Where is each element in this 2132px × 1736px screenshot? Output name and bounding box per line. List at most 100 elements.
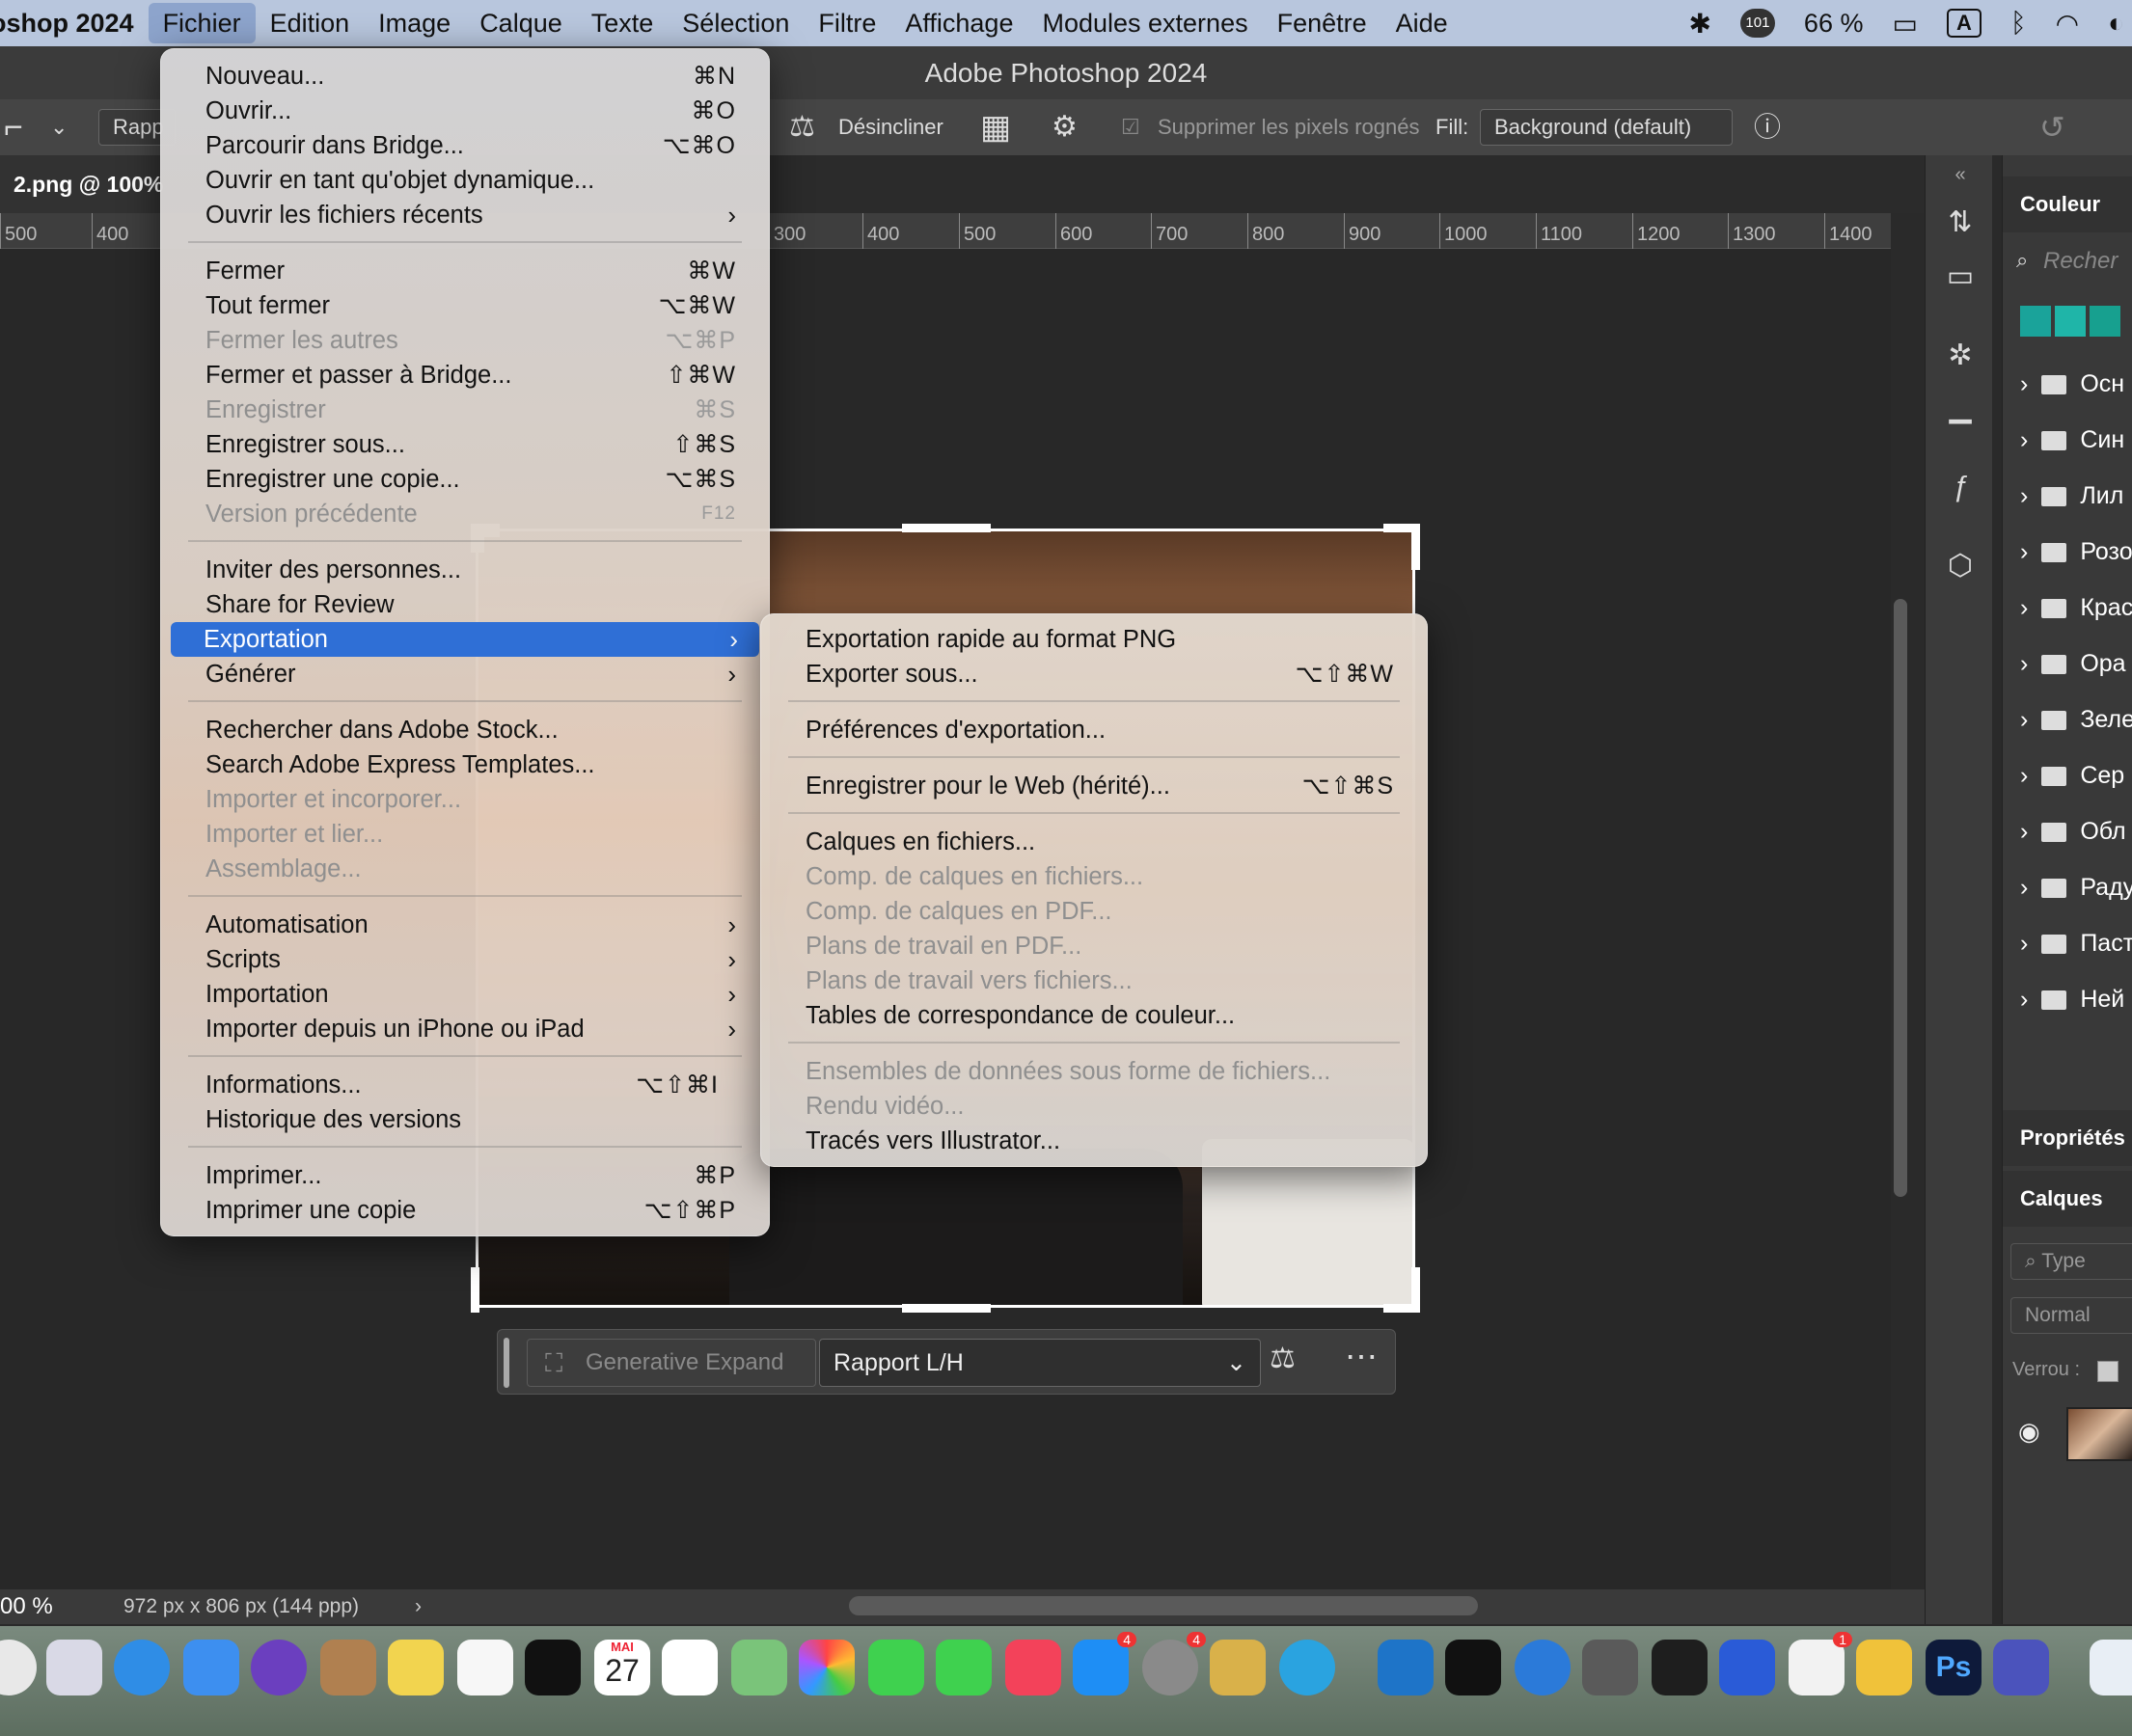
menu-item-fermer-bridge[interactable]: Fermer et passer à Bridge... ⇧⌘W	[173, 358, 757, 393]
gear-icon[interactable]: ⚙	[1052, 99, 1078, 155]
menu-item-express-templates[interactable]: Search Adobe Express Templates...	[173, 747, 757, 782]
swatch-folder[interactable]: › Син	[2020, 420, 2132, 459]
menu-item-fermer-autres[interactable]: Fermer les autres ⌥⌘P	[173, 323, 757, 358]
menu-modules[interactable]: Modules externes	[1027, 0, 1262, 46]
menu-item-bridge[interactable]: Parcourir dans Bridge... ⌥⌘O	[173, 128, 757, 163]
battery-icon[interactable]: ▭	[1892, 8, 1917, 40]
menu-item-enregistrer-copie[interactable]: Enregistrer une copie... ⌥⌘S	[173, 462, 757, 497]
reset-icon[interactable]: ↺	[2039, 99, 2065, 155]
menu-item-nouveau[interactable]: Nouveau... ⌘N	[173, 59, 757, 94]
archive-utility-icon[interactable]	[1210, 1640, 1266, 1695]
menu-item-assemblage[interactable]: Assemblage...	[173, 852, 757, 886]
telegram-icon[interactable]	[1279, 1640, 1335, 1695]
menu-selection[interactable]: Sélection	[668, 0, 804, 46]
menu-item-ensembles-donnees[interactable]: Ensembles de données sous forme de fichi…	[773, 1054, 1415, 1089]
menu-item-version-precedente[interactable]: Version précédente F12	[173, 497, 757, 531]
swatch[interactable]	[2055, 306, 2086, 337]
menu-item-scripts[interactable]: Scripts ›	[173, 942, 757, 977]
menu-calque[interactable]: Calque	[465, 0, 577, 46]
zoom-level[interactable]: 00 %	[0, 1589, 53, 1624]
crop-handle[interactable]	[902, 1304, 991, 1313]
menu-item-tables-couleur[interactable]: Tables de correspondance de couleur...	[773, 998, 1415, 1033]
menu-item-informations[interactable]: Informations... ⌥⇧⌘I	[173, 1068, 757, 1102]
finder-window-icon[interactable]	[2090, 1640, 2132, 1695]
menu-item-inviter[interactable]: Inviter des personnes...	[173, 553, 757, 587]
notes-icon[interactable]	[388, 1640, 444, 1695]
tab-proprietes[interactable]: Propriétés	[2003, 1110, 2132, 1166]
menu-item-imprimer[interactable]: Imprimer... ⌘P	[173, 1158, 757, 1193]
menu-item-exporter-sous[interactable]: Exporter sous... ⌥⇧⌘W	[773, 657, 1415, 692]
crop-handle[interactable]	[902, 524, 991, 532]
menu-image[interactable]: Image	[364, 0, 465, 46]
battery-percent[interactable]: 66 %	[1804, 9, 1864, 39]
menu-item-save-for-web[interactable]: Enregistrer pour le Web (hérité)... ⌥⇧⌘S	[773, 769, 1415, 803]
comment-icon[interactable]: ▭	[1941, 258, 1980, 296]
facetime-icon[interactable]	[936, 1640, 992, 1695]
generative-expand-button[interactable]: ⛶ Generative Expand	[527, 1339, 816, 1387]
menu-item-automatisation[interactable]: Automatisation ›	[173, 908, 757, 942]
menu-item-rendu-video[interactable]: Rendu vidéo...	[773, 1089, 1415, 1124]
histogram-icon[interactable]: ▁	[1941, 389, 1980, 427]
menu-item-plans-pdf[interactable]: Plans de travail en PDF...	[773, 929, 1415, 963]
swatch-folder[interactable]: › Ора	[2020, 644, 2132, 683]
siri-icon[interactable]	[251, 1640, 307, 1695]
grid-overlay-icon[interactable]: ▦	[980, 99, 1011, 155]
tab-calques[interactable]: Calques	[2003, 1171, 2132, 1227]
chevron-right-icon[interactable]: ›	[415, 1589, 422, 1624]
menu-item-share-review[interactable]: Share for Review	[173, 587, 757, 622]
control-center-icon[interactable]: ◐	[2108, 8, 2124, 39]
terminal-icon[interactable]	[1445, 1640, 1501, 1695]
drag-handle[interactable]	[504, 1338, 509, 1388]
swatch-folder[interactable]: › Раду	[2020, 868, 2132, 907]
swatch-folder[interactable]: › Крас	[2020, 588, 2132, 627]
layer-filter-input[interactable]: ⌕ Type	[2010, 1243, 2132, 1280]
info-icon[interactable]: ⓘ	[1754, 99, 1781, 155]
appstore-icon[interactable]: 4	[1073, 1632, 1136, 1695]
menu-aide[interactable]: Aide	[1381, 0, 1462, 46]
delete-cropped-checkbox[interactable]: ☑	[1121, 99, 1140, 155]
wifi-icon[interactable]: ◠	[2056, 8, 2079, 40]
menu-fenetre[interactable]: Fenêtre	[1263, 0, 1381, 46]
menu-item-traces-illustrator[interactable]: Tracés vers Illustrator...	[773, 1124, 1415, 1158]
menu-item-imprimer-copie[interactable]: Imprimer une copie ⌥⇧⌘P	[173, 1193, 757, 1228]
menu-affichage[interactable]: Affichage	[890, 0, 1027, 46]
bluetooth-off-icon[interactable]: ᛒ	[2010, 8, 2027, 39]
swatch-folder[interactable]: › Лил	[2020, 476, 2132, 515]
photoshop-icon[interactable]: Ps	[1926, 1640, 1982, 1695]
cyberduck-icon[interactable]	[1856, 1640, 1912, 1695]
teams-icon[interactable]	[1993, 1640, 2049, 1695]
menu-item-comp-pdf[interactable]: Comp. de calques en PDF...	[773, 894, 1415, 929]
menu-item-importer-incorporer[interactable]: Importer et incorporer...	[173, 782, 757, 817]
chevron-down-icon[interactable]: ⌄	[50, 99, 68, 155]
crop-handle[interactable]	[1411, 524, 1420, 570]
straighten-icon[interactable]: ⚖	[789, 99, 815, 155]
adjustments-icon[interactable]: ✲	[1941, 337, 1980, 375]
photos-icon[interactable]	[799, 1640, 855, 1695]
menu-texte[interactable]: Texte	[577, 0, 669, 46]
maps-icon[interactable]	[731, 1640, 787, 1695]
menu-item-recent[interactable]: Ouvrir les fichiers récents ›	[173, 198, 757, 232]
menu-item-comp-fichiers[interactable]: Comp. de calques en fichiers...	[773, 859, 1415, 894]
notification-badge[interactable]: 101	[1739, 9, 1775, 38]
menu-item-tout-fermer[interactable]: Tout fermer ⌥⌘W	[173, 288, 757, 323]
visibility-eye-icon[interactable]: ◉	[2018, 1417, 2040, 1447]
swatch-folder[interactable]: › Сер	[2020, 756, 2132, 795]
swatch-folder[interactable]: › Паст	[2020, 924, 2132, 963]
swatch-folder[interactable]: › Зеле	[2020, 700, 2132, 739]
music-icon[interactable]	[1005, 1640, 1061, 1695]
fx-icon[interactable]: ƒ	[1941, 468, 1980, 506]
tableplus-icon[interactable]	[1582, 1640, 1638, 1695]
calendar-icon[interactable]: MAI 27	[594, 1640, 650, 1695]
menu-fichier[interactable]: Fichier	[148, 3, 256, 43]
document-info[interactable]: 972 px x 806 px (144 ppp)	[123, 1589, 359, 1624]
menu-item-calques-fichiers[interactable]: Calques en fichiers...	[773, 825, 1415, 859]
blend-mode-select[interactable]: Normal	[2010, 1297, 2132, 1334]
more-options-icon[interactable]: ⋯	[1345, 1338, 1378, 1376]
figma-icon[interactable]	[1652, 1640, 1708, 1695]
quicktime-icon[interactable]	[1515, 1640, 1571, 1695]
reminders-icon[interactable]	[662, 1640, 718, 1695]
ratio-dropdown[interactable]: Rapport L/H ⌄	[819, 1339, 1261, 1387]
layer-thumbnail[interactable]	[2066, 1407, 2132, 1461]
menu-item-adobe-stock[interactable]: Rechercher dans Adobe Stock...	[173, 713, 757, 747]
collapse-icon[interactable]: «	[1941, 155, 1980, 194]
